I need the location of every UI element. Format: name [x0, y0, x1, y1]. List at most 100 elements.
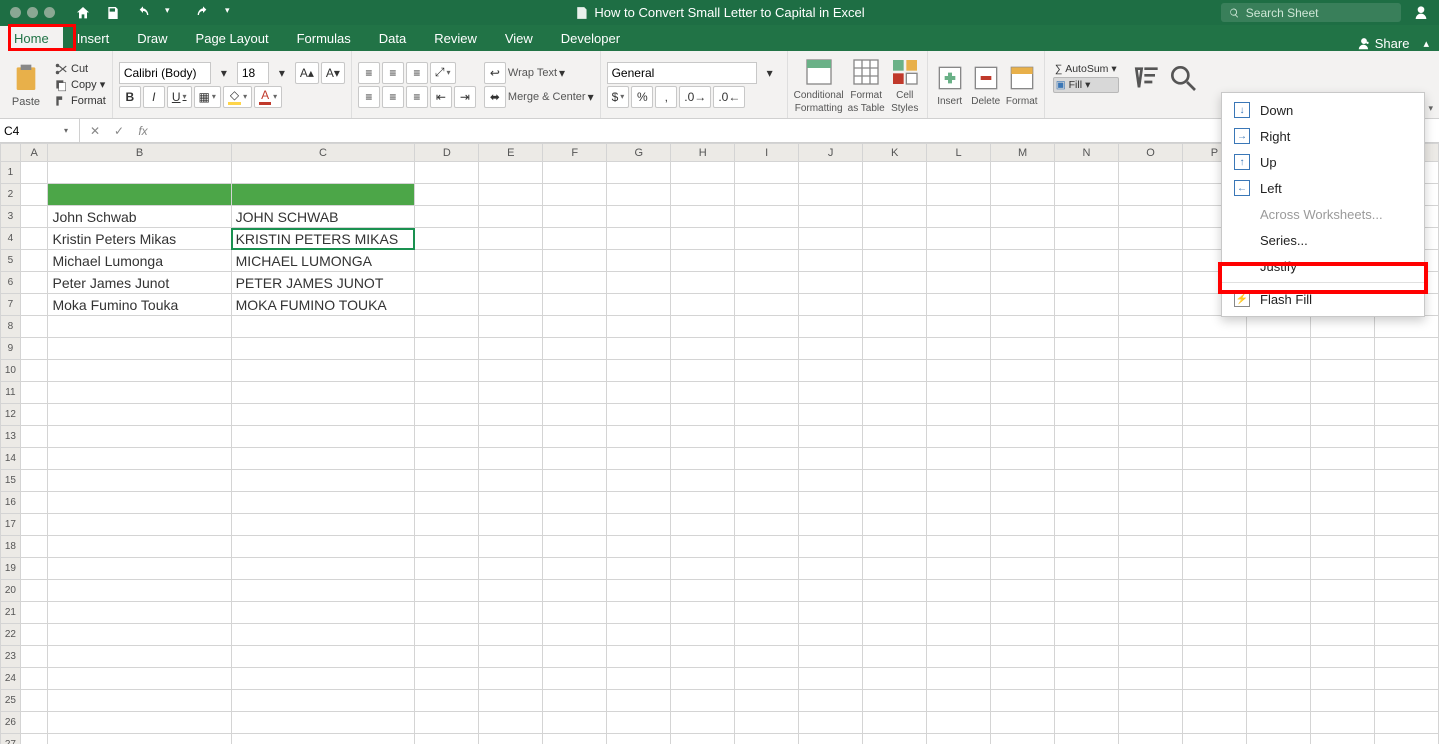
cell-N16[interactable] — [1055, 492, 1119, 514]
cell-G17[interactable] — [607, 514, 671, 536]
cell-O26[interactable] — [1119, 712, 1183, 734]
cell-I1[interactable] — [735, 162, 799, 184]
cell-C26[interactable] — [231, 712, 415, 734]
cell-E26[interactable] — [479, 712, 543, 734]
row-header-12[interactable]: 12 — [1, 404, 21, 426]
cell-J13[interactable] — [799, 426, 863, 448]
cell-H8[interactable] — [671, 316, 735, 338]
cell-C17[interactable] — [231, 514, 415, 536]
cell-J19[interactable] — [799, 558, 863, 580]
cell-H19[interactable] — [671, 558, 735, 580]
cell-C27[interactable] — [231, 734, 415, 744]
cell-H4[interactable] — [671, 228, 735, 250]
cell-H23[interactable] — [671, 646, 735, 668]
cell-L12[interactable] — [927, 404, 991, 426]
cell-D7[interactable] — [415, 294, 479, 316]
cell-G12[interactable] — [607, 404, 671, 426]
name-box-dropdown-icon[interactable]: ▾ — [64, 126, 68, 135]
cell-G14[interactable] — [607, 448, 671, 470]
cell-S16[interactable] — [1374, 492, 1438, 514]
undo-dropdown-icon[interactable]: ▾ — [165, 5, 181, 21]
cell-K10[interactable] — [863, 360, 927, 382]
name-box-input[interactable] — [4, 124, 64, 138]
cell-A8[interactable] — [20, 316, 48, 338]
fill-button[interactable]: ▣ Fill▾ — [1053, 77, 1119, 93]
cell-N24[interactable] — [1055, 668, 1119, 690]
cell-N18[interactable] — [1055, 536, 1119, 558]
undo-icon[interactable] — [135, 5, 151, 21]
cell-C24[interactable] — [231, 668, 415, 690]
cell-D10[interactable] — [415, 360, 479, 382]
cell-C3[interactable]: JOHN SCHWAB — [231, 206, 415, 228]
cell-N8[interactable] — [1055, 316, 1119, 338]
cell-H5[interactable] — [671, 250, 735, 272]
cell-M25[interactable] — [991, 690, 1055, 712]
cell-Q14[interactable] — [1246, 448, 1310, 470]
cancel-formula-button[interactable]: ✕ — [86, 124, 104, 138]
cell-P21[interactable] — [1182, 602, 1246, 624]
cell-E24[interactable] — [479, 668, 543, 690]
cell-O10[interactable] — [1119, 360, 1183, 382]
cell-S14[interactable] — [1374, 448, 1438, 470]
cell-A25[interactable] — [20, 690, 48, 712]
cell-O19[interactable] — [1119, 558, 1183, 580]
cell-Q27[interactable] — [1246, 734, 1310, 744]
cell-G18[interactable] — [607, 536, 671, 558]
cell-A12[interactable] — [20, 404, 48, 426]
cell-Q16[interactable] — [1246, 492, 1310, 514]
cell-G23[interactable] — [607, 646, 671, 668]
traffic-zoom[interactable] — [44, 7, 55, 18]
cell-Q15[interactable] — [1246, 470, 1310, 492]
cell-C8[interactable] — [231, 316, 415, 338]
cell-J16[interactable] — [799, 492, 863, 514]
cell-G22[interactable] — [607, 624, 671, 646]
orientation-button[interactable]: ⤢▾ — [430, 62, 456, 84]
redo-icon[interactable] — [195, 5, 211, 21]
font-name-dropdown[interactable]: ▾ — [213, 62, 235, 84]
cell-P9[interactable] — [1182, 338, 1246, 360]
cell-H26[interactable] — [671, 712, 735, 734]
select-all-cell[interactable] — [1, 144, 21, 162]
col-header-O[interactable]: O — [1119, 144, 1183, 162]
cell-G6[interactable] — [607, 272, 671, 294]
cell-Q26[interactable] — [1246, 712, 1310, 734]
cell-G4[interactable] — [607, 228, 671, 250]
bold-button[interactable]: B — [119, 86, 141, 108]
cell-Q9[interactable] — [1246, 338, 1310, 360]
cell-D25[interactable] — [415, 690, 479, 712]
find-select-button[interactable]: x — [1167, 62, 1199, 107]
cell-J10[interactable] — [799, 360, 863, 382]
cell-A14[interactable] — [20, 448, 48, 470]
cell-C12[interactable] — [231, 404, 415, 426]
cell-J7[interactable] — [799, 294, 863, 316]
cell-K9[interactable] — [863, 338, 927, 360]
cell-B26[interactable] — [48, 712, 231, 734]
cell-G9[interactable] — [607, 338, 671, 360]
cell-N19[interactable] — [1055, 558, 1119, 580]
cell-J4[interactable] — [799, 228, 863, 250]
cell-D1[interactable] — [415, 162, 479, 184]
cell-E12[interactable] — [479, 404, 543, 426]
cell-E11[interactable] — [479, 382, 543, 404]
row-header-20[interactable]: 20 — [1, 580, 21, 602]
search-sheet[interactable] — [1221, 3, 1401, 22]
cell-I18[interactable] — [735, 536, 799, 558]
cell-C15[interactable] — [231, 470, 415, 492]
cell-C6[interactable]: PETER JAMES JUNOT — [231, 272, 415, 294]
cell-H14[interactable] — [671, 448, 735, 470]
cell-O22[interactable] — [1119, 624, 1183, 646]
align-top-button[interactable]: ≡ — [358, 62, 380, 84]
cell-R24[interactable] — [1310, 668, 1374, 690]
cell-M13[interactable] — [991, 426, 1055, 448]
cell-J8[interactable] — [799, 316, 863, 338]
cell-M23[interactable] — [991, 646, 1055, 668]
cell-I4[interactable] — [735, 228, 799, 250]
cell-B20[interactable] — [48, 580, 231, 602]
cell-K22[interactable] — [863, 624, 927, 646]
cell-N13[interactable] — [1055, 426, 1119, 448]
cell-N11[interactable] — [1055, 382, 1119, 404]
cell-J21[interactable] — [799, 602, 863, 624]
fx-icon[interactable]: fx — [134, 124, 152, 138]
cell-R11[interactable] — [1310, 382, 1374, 404]
cell-O17[interactable] — [1119, 514, 1183, 536]
